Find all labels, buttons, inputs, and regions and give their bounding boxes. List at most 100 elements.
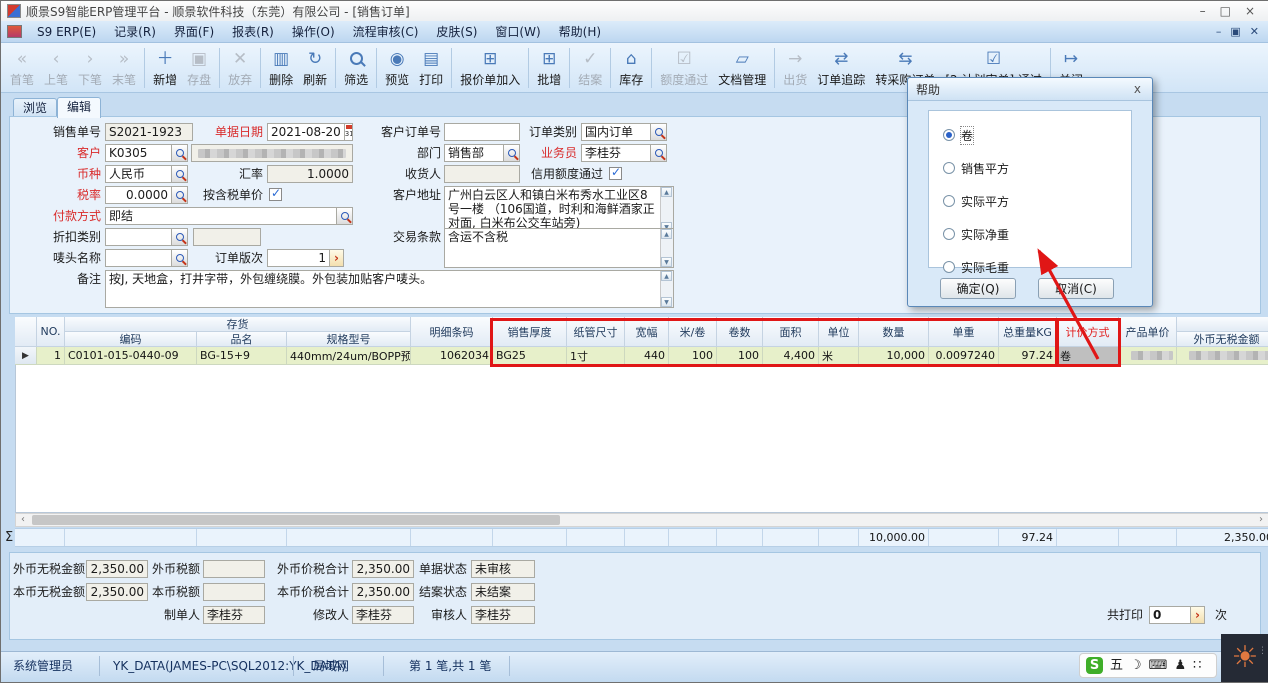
grid-cell-2[interactable]: BG-15+9 — [197, 347, 287, 365]
grid-cell-16[interactable] — [1119, 347, 1177, 365]
salesman-field[interactable]: 李桂芬 — [581, 144, 667, 162]
grid-cell-8[interactable]: 100 — [669, 347, 717, 365]
cancel-button[interactable]: 取消(C) — [1038, 278, 1114, 299]
toolbar-button-print[interactable]: ▤打印 — [414, 46, 448, 89]
tax-rate-field[interactable]: 0.0000 — [105, 186, 188, 204]
grid-cell-13[interactable]: 0.0097240 — [929, 347, 999, 365]
ime-mode-icon[interactable]: 五 — [1110, 654, 1123, 677]
discount-type-field[interactable] — [105, 228, 188, 246]
grid-cell-3[interactable]: 440mm/24um/BOPP预涂... — [287, 347, 411, 365]
scroll-right-icon[interactable]: › — [1254, 514, 1268, 526]
textarea-scrollbar[interactable] — [660, 271, 673, 307]
order-type-field[interactable]: 国内订单 — [581, 123, 667, 141]
lookup-button[interactable] — [171, 145, 187, 161]
grid-hscrollbar[interactable]: ‹ › — [15, 513, 1268, 527]
grid-header-2[interactable]: 品名 — [197, 332, 287, 347]
lookup-button[interactable] — [171, 250, 187, 266]
toolbar-button-order-track[interactable]: ⇄订单追踪 — [812, 46, 870, 89]
grid-header-6[interactable]: 纸管尺寸 — [567, 317, 625, 347]
doc-date-field[interactable]: 2021-08-2031 — [267, 123, 353, 141]
grid-header-0[interactable]: NO. — [37, 317, 65, 347]
grid-cell-0[interactable]: 1 — [37, 347, 65, 365]
tax-included-checkbox[interactable] — [269, 188, 282, 201]
toolbar-button-doc-manage[interactable]: ▱文档管理 — [713, 46, 771, 89]
grid-header-17[interactable]: 外币无税金额 — [1177, 332, 1268, 347]
close-icon[interactable]: x — [1131, 82, 1144, 96]
moon-icon[interactable]: ☽ — [1130, 654, 1142, 677]
help-dialog-titlebar[interactable]: 帮助 x — [908, 78, 1152, 101]
textarea-scrollbar[interactable] — [660, 187, 673, 232]
currency-field[interactable]: 人民币 — [105, 165, 188, 183]
customer-address-field[interactable]: 广州白云区人和镇白米布秀水工业区8号一楼 （106国道，时利和海鲜酒家正对面, … — [444, 186, 674, 233]
grid-header-8[interactable]: 米/卷 — [669, 317, 717, 347]
remark-field[interactable]: 按J, 天地盒，打井字带，外包缠绕膜。外包装加贴客户唛头。 — [105, 270, 674, 308]
lookup-button[interactable] — [336, 208, 352, 224]
grid-header-4[interactable]: 明细条码 — [411, 317, 493, 347]
scroll-left-icon[interactable]: ‹ — [16, 514, 30, 526]
grid-header-9[interactable]: 卷数 — [717, 317, 763, 347]
radio-icon[interactable] — [943, 129, 955, 141]
scrollbar-thumb[interactable] — [32, 515, 560, 525]
grid-header-12[interactable]: 数量 — [859, 317, 929, 347]
person-icon[interactable]: ♟ — [1174, 654, 1186, 677]
menu-item-2[interactable]: 界面(F) — [165, 21, 223, 42]
grid-header-11[interactable]: 单位 — [819, 317, 859, 347]
grid-header-10[interactable]: 面积 — [763, 317, 819, 347]
close-icon[interactable]: × — [1245, 4, 1255, 18]
radio-option-3[interactable]: 实际净重 — [943, 226, 1009, 242]
grid-header-5[interactable]: 销售厚度 — [493, 317, 567, 347]
menu-item-6[interactable]: 皮肤(S) — [427, 21, 486, 42]
grid-cell-1[interactable]: C0101-015-0440-09 — [65, 347, 197, 365]
grid-cell-9[interactable]: 100 — [717, 347, 763, 365]
toolbar-button-quote-add[interactable]: ⊞报价单加入 — [455, 46, 525, 89]
mdi-restore-icon[interactable]: ▣ — [1230, 25, 1240, 38]
grid-cell-4[interactable]: 1062034 — [411, 347, 493, 365]
calendar-icon[interactable]: 31 — [344, 124, 353, 140]
grid-header-1[interactable]: 编码 — [65, 332, 197, 347]
mdi-close-icon[interactable]: ✕ — [1250, 25, 1259, 38]
menu-item-3[interactable]: 报表(R) — [223, 21, 283, 42]
grid-cell-5[interactable]: BG25 — [493, 347, 567, 365]
customer-field[interactable]: K0305 — [105, 144, 188, 162]
toolbar-button-stock[interactable]: ⌂库存 — [614, 46, 648, 89]
toolbar-button-filter[interactable]: 筛选 — [339, 46, 373, 89]
mark-name-field[interactable] — [105, 249, 188, 267]
radio-option-1[interactable]: 销售平方 — [943, 160, 1009, 176]
grid-header-13[interactable]: 单重 — [929, 317, 999, 347]
trade-terms-field[interactable]: 含运不含税 — [444, 228, 674, 268]
radio-icon[interactable] — [943, 228, 955, 240]
order-version-field[interactable]: 1 — [267, 249, 344, 267]
menu-item-4[interactable]: 操作(O) — [283, 21, 344, 42]
grid-cell-6[interactable]: 1寸 — [567, 347, 625, 365]
department-field[interactable]: 销售部 — [444, 144, 520, 162]
radio-icon[interactable] — [943, 261, 955, 273]
menu-item-8[interactable]: 帮助(H) — [550, 21, 610, 42]
spinner-icon[interactable] — [329, 250, 343, 266]
toolbar-button-preview[interactable]: ◉预览 — [380, 46, 414, 89]
grid-header-16[interactable]: 产品单价 — [1119, 317, 1177, 347]
exchange-rate-field[interactable]: 1.0000 — [267, 165, 353, 183]
tab-browse[interactable]: 浏览 — [13, 98, 57, 118]
menu-item-5[interactable]: 流程审核(C) — [344, 21, 428, 42]
grid-header-15[interactable]: 计价方式 — [1057, 317, 1119, 347]
menu-item-7[interactable]: 窗口(W) — [486, 21, 549, 42]
toolbar-button-delete[interactable]: ▥删除 — [264, 46, 298, 89]
lookup-button[interactable] — [650, 145, 666, 161]
toolbar-button-batch-add[interactable]: ⊞批增 — [532, 46, 566, 89]
toolbar-button-refresh[interactable]: ↻刷新 — [298, 46, 332, 89]
radio-option-2[interactable]: 实际平方 — [943, 193, 1009, 209]
tab-edit[interactable]: 编辑 — [57, 97, 101, 118]
radio-icon[interactable] — [943, 162, 955, 174]
radio-option-4[interactable]: 实际毛重 — [943, 259, 1009, 275]
spinner-icon[interactable] — [1190, 607, 1204, 623]
lookup-button[interactable] — [171, 229, 187, 245]
minimize-icon[interactable]: – — [1200, 4, 1206, 18]
grid-header-7[interactable]: 宽幅 — [625, 317, 669, 347]
grid-cell-7[interactable]: 440 — [625, 347, 669, 365]
grid-cell-15[interactable]: 卷 — [1057, 347, 1119, 365]
ime-logo-icon[interactable]: S — [1086, 657, 1103, 674]
lookup-button[interactable] — [503, 145, 519, 161]
lookup-button[interactable] — [171, 166, 187, 182]
maximize-icon[interactable]: □ — [1220, 4, 1231, 18]
mdi-minimize-icon[interactable]: – — [1216, 25, 1222, 38]
